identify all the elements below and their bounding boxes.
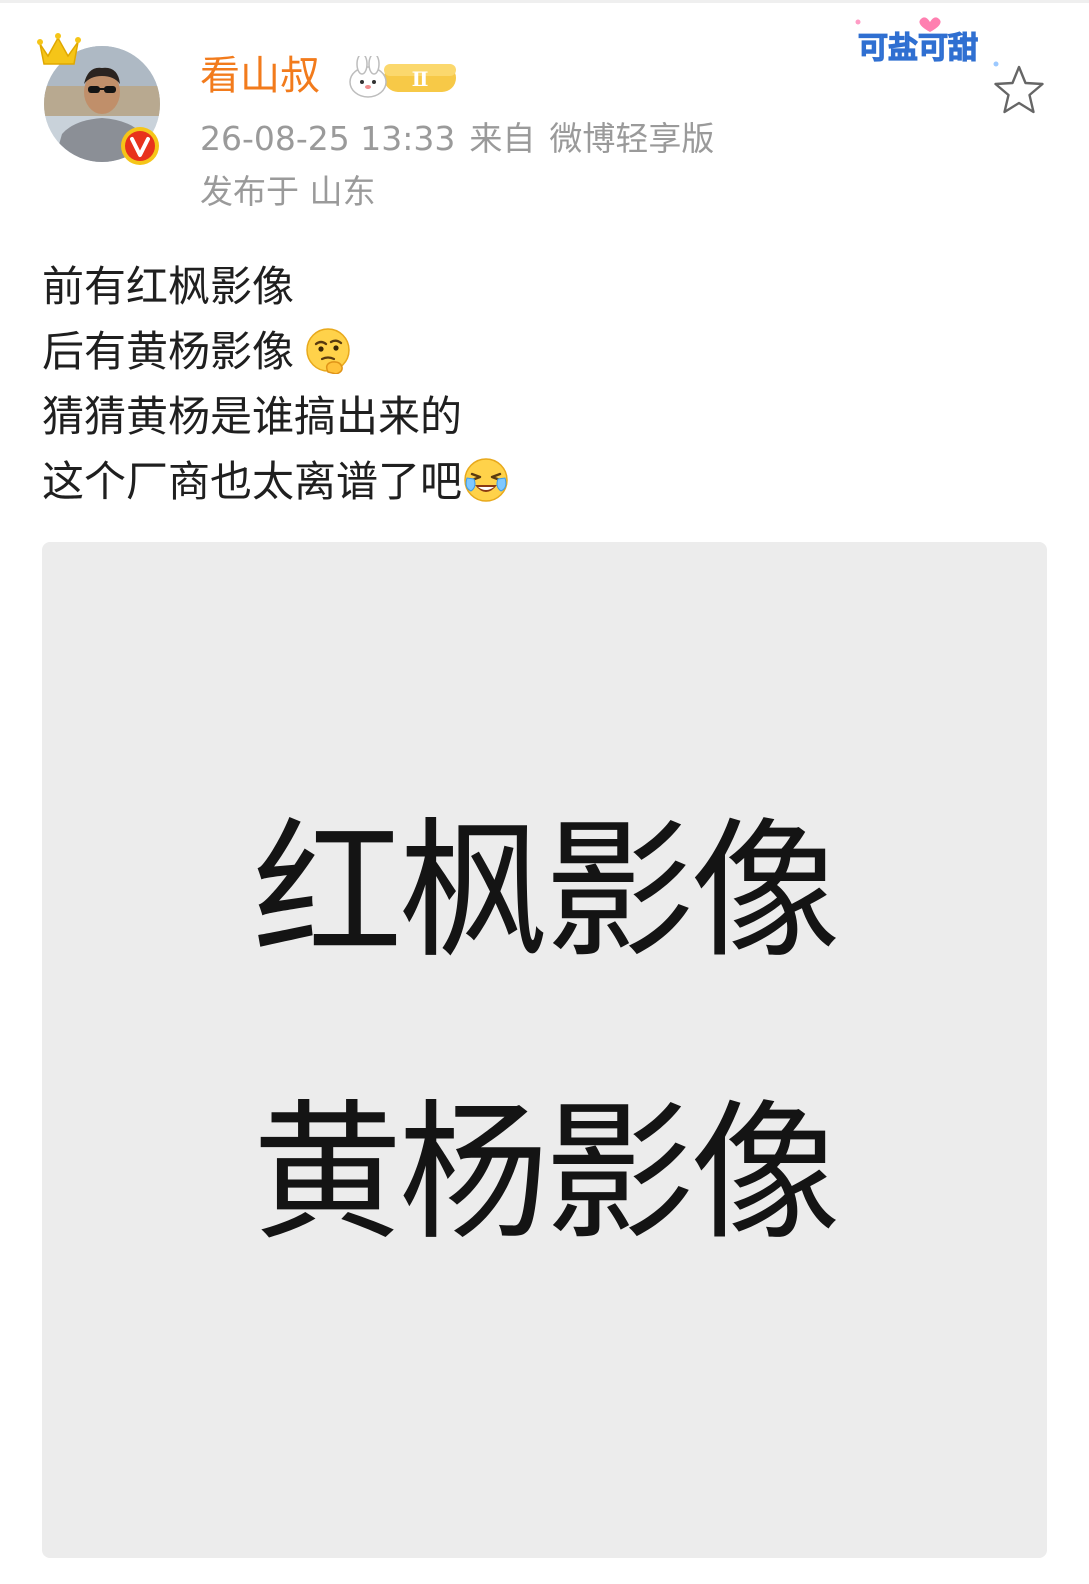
sticker-decoration: 可盐可甜: [855, 17, 999, 67]
image-text-line-1: 红枫影像: [252, 805, 840, 979]
username[interactable]: 看山叔: [200, 50, 320, 102]
sticker-text: 可盐可甜: [858, 31, 978, 66]
avatar-container[interactable]: [36, 30, 168, 170]
source-prefix: 来自: [469, 119, 536, 158]
post-meta-time: 26-08-25 13:33 来自 微博轻享版: [200, 118, 714, 160]
post-text: 前有红枫影像 后有黄杨影像 猜猜黄杨是谁搞出来的 这个厂商也太离谱了吧: [42, 254, 1042, 514]
post-line-4: 这个厂商也太离谱了吧: [42, 449, 1042, 514]
verified-badge-icon: [121, 127, 159, 165]
post-image[interactable]: [42, 542, 1047, 1558]
favorite-star-icon[interactable]: [990, 62, 1048, 120]
post-time: 26-08-25 13:33: [200, 119, 456, 158]
post-line-1: 前有红枫影像: [42, 262, 295, 311]
image-text-line-2: 黄杨影像: [252, 1087, 840, 1261]
post-location: 发布于 山东: [200, 172, 376, 211]
crown-icon: [37, 33, 81, 65]
post-line-2: 后有黄杨影像: [42, 319, 1042, 384]
thinking-emoji-icon: [306, 328, 350, 374]
member-level-text: Ⅱ: [412, 67, 429, 91]
top-divider: [0, 0, 1089, 3]
laughing-crying-emoji-icon: [464, 458, 508, 502]
post-line-3: 猜猜黄杨是谁搞出来的: [42, 392, 463, 441]
post-source[interactable]: 微博轻享版: [549, 119, 714, 158]
member-level-badge[interactable]: Ⅱ: [344, 56, 458, 100]
